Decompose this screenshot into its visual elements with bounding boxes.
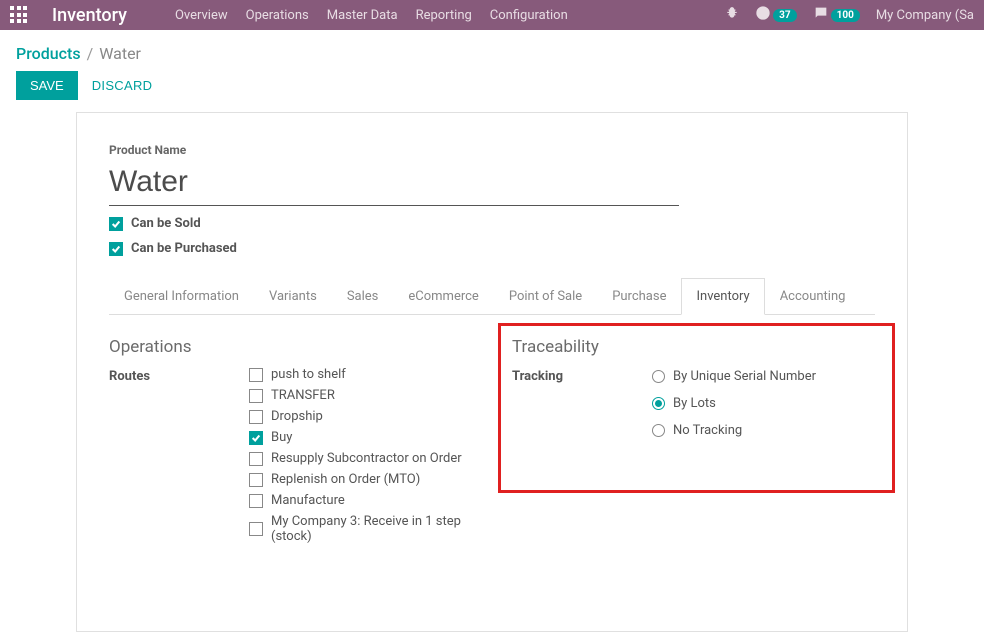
nav-configuration[interactable]: Configuration: [490, 8, 568, 23]
nav-overview[interactable]: Overview: [175, 8, 228, 23]
breadcrumb-separator: /: [87, 44, 94, 63]
route-checkbox[interactable]: [249, 522, 263, 536]
can-be-sold-checkbox[interactable]: [109, 217, 123, 231]
apps-icon[interactable]: [10, 6, 28, 24]
nav-master-data[interactable]: Master Data: [327, 8, 398, 23]
company-selector[interactable]: My Company (Sa: [876, 8, 974, 23]
messages-badge: 100: [831, 9, 860, 22]
messages-indicator[interactable]: 100: [813, 5, 860, 25]
tab-ecommerce[interactable]: eCommerce: [393, 278, 493, 315]
can-be-purchased-label: Can be Purchased: [131, 241, 237, 256]
route-checkbox[interactable]: [249, 368, 263, 382]
activity-indicator[interactable]: 37: [755, 5, 796, 25]
route-label: Replenish on Order (MTO): [271, 472, 420, 487]
chat-icon: [813, 5, 829, 25]
route-checkbox[interactable]: [249, 452, 263, 466]
routes-list: push to shelf TRANSFER Dropship Buy Resupply…: [249, 367, 472, 544]
route-label: My Company 3: Receive in 1 step (stock): [271, 514, 472, 544]
radio-button[interactable]: [652, 370, 665, 383]
nav-operations[interactable]: Operations: [246, 8, 309, 23]
nav-reporting[interactable]: Reporting: [416, 8, 472, 23]
tab-accounting[interactable]: Accounting: [765, 278, 861, 315]
tracking-option[interactable]: By Unique Serial Number: [652, 369, 816, 384]
product-name-input[interactable]: [109, 163, 679, 206]
breadcrumb-current: Water: [99, 44, 141, 63]
radio-label: By Lots: [673, 396, 716, 411]
tab-inventory[interactable]: Inventory: [681, 278, 764, 315]
tab-point-of-sale[interactable]: Point of Sale: [494, 278, 597, 315]
route-item: Manufacture: [249, 493, 472, 508]
route-checkbox[interactable]: [249, 494, 263, 508]
main-nav: Overview Operations Master Data Reportin…: [175, 8, 568, 23]
tabs: General Information Variants Sales eComm…: [109, 278, 875, 315]
route-label: push to shelf: [271, 367, 346, 382]
route-label: Buy: [271, 430, 292, 445]
route-checkbox[interactable]: [249, 389, 263, 403]
route-checkbox[interactable]: [249, 473, 263, 487]
traceability-heading: Traceability: [512, 337, 875, 357]
breadcrumb-parent[interactable]: Products: [16, 44, 81, 63]
module-brand[interactable]: Inventory: [52, 5, 127, 26]
route-checkbox[interactable]: [249, 410, 263, 424]
route-item: My Company 3: Receive in 1 step (stock): [249, 514, 472, 544]
can-be-sold-label: Can be Sold: [131, 216, 201, 231]
radio-label: No Tracking: [673, 423, 742, 438]
radio-label: By Unique Serial Number: [673, 369, 816, 384]
topbar: Inventory Overview Operations Master Dat…: [0, 0, 984, 30]
save-button[interactable]: SAVE: [16, 71, 78, 100]
route-item: Dropship: [249, 409, 472, 424]
tracking-options: By Unique Serial Number By Lots No Trackin…: [652, 369, 816, 438]
debug-icon[interactable]: [725, 6, 739, 24]
route-item: Resupply Subcontractor on Order: [249, 451, 472, 466]
product-name-label: Product Name: [109, 143, 875, 157]
breadcrumb: Products / Water: [0, 30, 984, 71]
route-item: TRANSFER: [249, 388, 472, 403]
route-item: Buy: [249, 430, 472, 445]
route-item: Replenish on Order (MTO): [249, 472, 472, 487]
route-checkbox[interactable]: [249, 431, 263, 445]
tracking-option[interactable]: By Lots: [652, 396, 816, 411]
route-label: Manufacture: [271, 493, 345, 508]
clock-icon: [755, 5, 771, 25]
radio-button[interactable]: [652, 397, 665, 410]
tracking-option[interactable]: No Tracking: [652, 423, 816, 438]
route-item: push to shelf: [249, 367, 472, 382]
tab-general-information[interactable]: General Information: [109, 278, 254, 315]
route-label: Dropship: [271, 409, 323, 424]
tab-variants[interactable]: Variants: [254, 278, 332, 315]
action-bar: SAVE DISCARD: [0, 71, 984, 112]
tab-purchase[interactable]: Purchase: [597, 278, 681, 315]
route-label: Resupply Subcontractor on Order: [271, 451, 462, 466]
radio-button[interactable]: [652, 424, 665, 437]
form-sheet: Product Name Can be Sold Can be Purchase…: [76, 112, 908, 632]
tab-sales[interactable]: Sales: [332, 278, 394, 315]
tracking-label: Tracking: [512, 367, 632, 384]
discard-button[interactable]: DISCARD: [92, 78, 153, 93]
activity-badge: 37: [773, 9, 796, 22]
can-be-purchased-checkbox[interactable]: [109, 242, 123, 256]
operations-heading: Operations: [109, 337, 472, 357]
route-label: TRANSFER: [271, 388, 335, 403]
routes-label: Routes: [109, 367, 229, 384]
